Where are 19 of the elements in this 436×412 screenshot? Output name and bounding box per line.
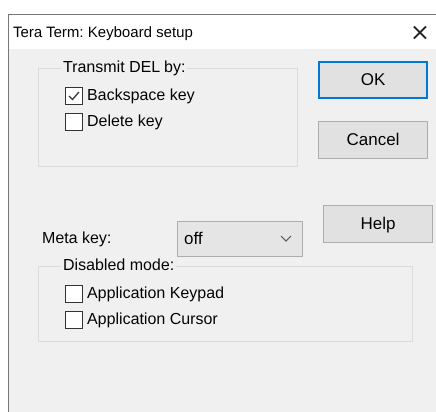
window-title: Tera Term: Keyboard setup: [13, 24, 193, 40]
dialog-button[interactable]: OK: [318, 61, 428, 99]
meta-key-label: Meta key:: [41, 229, 112, 248]
meta-key-dropdown[interactable]: off: [177, 221, 303, 257]
checkbox[interactable]: [65, 113, 83, 131]
dialog-button[interactable]: Cancel: [318, 121, 428, 159]
group-title: Transmit DEL by:: [62, 59, 186, 77]
close-button[interactable]: ×: [404, 18, 436, 46]
chevron-down-icon: [280, 235, 292, 243]
checkbox[interactable]: [65, 285, 83, 303]
group-title: Disabled mode:: [62, 257, 176, 275]
check-icon: [67, 89, 81, 103]
checkbox-label: Backspace key: [87, 87, 195, 105]
help-button[interactable]: Help: [323, 205, 433, 243]
checkbox-label: Delete key: [87, 113, 163, 131]
checkbox[interactable]: [65, 311, 83, 329]
checkbox[interactable]: [65, 87, 83, 105]
checkbox-label: Application Keypad: [87, 285, 224, 303]
checkbox-label: Application Cursor: [87, 311, 218, 329]
